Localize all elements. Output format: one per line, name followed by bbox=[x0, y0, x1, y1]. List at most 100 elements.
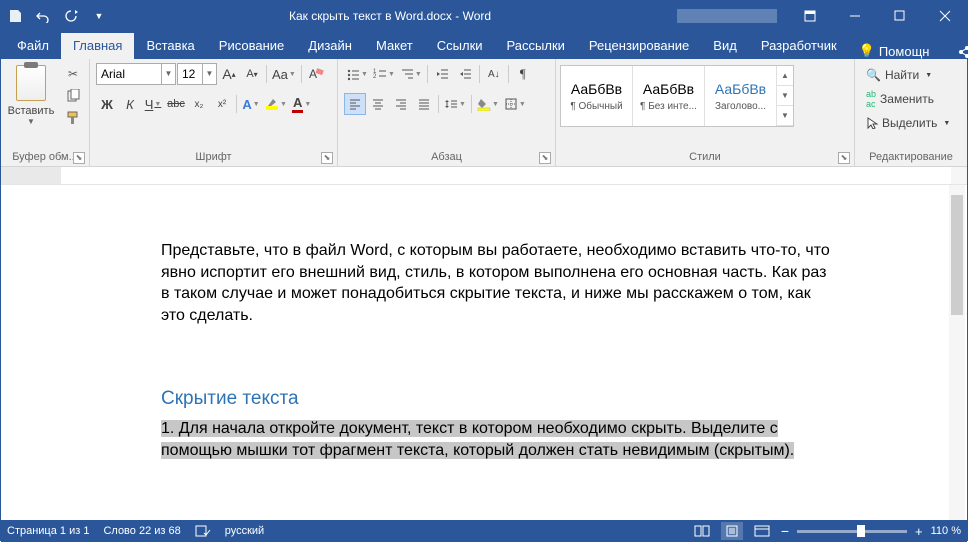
styles-launcher-icon[interactable]: ⬊ bbox=[838, 152, 850, 164]
replace-button[interactable]: abac Заменить bbox=[863, 89, 953, 109]
bold-button[interactable]: Ж bbox=[96, 93, 118, 115]
close-icon[interactable] bbox=[922, 1, 967, 31]
paste-button[interactable]: Вставить ▼ bbox=[3, 61, 59, 130]
redo-icon[interactable] bbox=[57, 1, 85, 31]
read-mode-icon[interactable] bbox=[691, 522, 713, 540]
numbering-icon[interactable]: 12▼ bbox=[371, 63, 397, 85]
select-button[interactable]: Выделить▼ bbox=[863, 113, 953, 133]
status-page[interactable]: Страница 1 из 1 bbox=[7, 525, 89, 537]
find-button[interactable]: 🔍 Найти▼ bbox=[863, 65, 953, 85]
status-word-count[interactable]: Слово 22 из 68 bbox=[103, 525, 180, 537]
shading-icon[interactable]: ▼ bbox=[475, 93, 501, 115]
clear-formatting-icon[interactable]: A bbox=[305, 63, 327, 85]
align-left-icon[interactable] bbox=[344, 93, 366, 115]
zoom-out-icon[interactable]: − bbox=[781, 523, 789, 539]
align-center-icon[interactable] bbox=[367, 93, 389, 115]
strikethrough-button[interactable]: abc bbox=[165, 93, 187, 115]
style-sample-text: АаБбВв bbox=[571, 81, 622, 97]
undo-icon[interactable] bbox=[29, 1, 57, 31]
chevron-down-icon[interactable]: ▼ bbox=[202, 64, 216, 84]
horizontal-ruler[interactable] bbox=[1, 167, 967, 185]
italic-button[interactable]: К bbox=[119, 93, 141, 115]
group-paragraph: ▼ 12▼ ▼ A↓ ¶ ▼ ▼ ▼ bbox=[338, 59, 556, 166]
group-clipboard-label: Буфер обм... ⬊ bbox=[3, 149, 87, 166]
spellcheck-icon[interactable] bbox=[195, 524, 211, 538]
minimize-icon[interactable] bbox=[832, 1, 877, 31]
subscript-button[interactable]: x₂ bbox=[188, 93, 210, 115]
font-name-input[interactable] bbox=[97, 67, 161, 81]
copy-icon[interactable] bbox=[63, 86, 83, 106]
document-paragraph-selected[interactable]: 1. Для начала откройте документ, текст в… bbox=[161, 418, 837, 461]
zoom-level[interactable]: 110 % bbox=[931, 525, 961, 537]
chevron-down-icon[interactable]: ▼ bbox=[161, 64, 175, 84]
text-effects-icon[interactable]: A▼ bbox=[240, 93, 262, 115]
superscript-button[interactable]: x² bbox=[211, 93, 233, 115]
tab-developer[interactable]: Разработчик bbox=[749, 33, 849, 59]
styles-expand-icon[interactable]: ▼ bbox=[777, 106, 793, 126]
grow-font-icon[interactable]: A▴ bbox=[218, 63, 240, 85]
font-color-icon[interactable]: A▼ bbox=[290, 93, 313, 115]
show-marks-icon[interactable]: ¶ bbox=[512, 63, 534, 85]
format-painter-icon[interactable] bbox=[63, 108, 83, 128]
change-case-icon[interactable]: Aa▼ bbox=[270, 63, 298, 85]
ribbon-display-icon[interactable] bbox=[787, 1, 832, 31]
tab-insert[interactable]: Вставка bbox=[134, 33, 206, 59]
document-paragraph[interactable]: Представьте, что в файл Word, с которым … bbox=[161, 240, 837, 326]
zoom-slider-knob[interactable] bbox=[857, 525, 865, 537]
zoom-slider[interactable] bbox=[797, 530, 907, 533]
print-layout-icon[interactable] bbox=[721, 522, 743, 540]
tab-review[interactable]: Рецензирование bbox=[577, 33, 701, 59]
style-no-spacing[interactable]: АаБбВв ¶ Без инте... bbox=[633, 66, 705, 126]
font-name-combo[interactable]: ▼ bbox=[96, 63, 176, 85]
line-spacing-icon[interactable]: ▼ bbox=[442, 93, 468, 115]
clipboard-launcher-icon[interactable]: ⬊ bbox=[73, 152, 85, 164]
tell-me-search[interactable]: 💡 Помощн bbox=[849, 43, 940, 59]
cut-icon[interactable]: ✂ bbox=[63, 64, 83, 84]
highlight-icon[interactable]: ▼ bbox=[263, 93, 289, 115]
bullets-icon[interactable]: ▼ bbox=[344, 63, 370, 85]
tab-mailings[interactable]: Рассылки bbox=[495, 33, 577, 59]
title-bar: ▼ Как скрыть текст в Word.docx - Word bbox=[1, 1, 967, 31]
document-heading[interactable]: Скрытие текста bbox=[161, 386, 837, 412]
group-editing-label: Редактирование bbox=[857, 149, 965, 166]
styles-scroll-down-icon[interactable]: ▼ bbox=[777, 86, 793, 106]
font-size-combo[interactable]: ▼ bbox=[177, 63, 217, 85]
paragraph-launcher-icon[interactable]: ⬊ bbox=[539, 152, 551, 164]
tab-home[interactable]: Главная bbox=[61, 33, 134, 59]
tab-layout[interactable]: Макет bbox=[364, 33, 425, 59]
tab-draw[interactable]: Рисование bbox=[207, 33, 296, 59]
borders-icon[interactable]: ▼ bbox=[502, 93, 528, 115]
increase-indent-icon[interactable] bbox=[454, 63, 476, 85]
style-heading1[interactable]: АаБбВв Заголово... bbox=[705, 66, 777, 126]
user-account[interactable] bbox=[677, 9, 777, 23]
sort-icon[interactable]: A↓ bbox=[483, 63, 505, 85]
tab-references[interactable]: Ссылки bbox=[425, 33, 495, 59]
zoom-in-icon[interactable]: + bbox=[915, 524, 923, 539]
font-launcher-icon[interactable]: ⬊ bbox=[321, 152, 333, 164]
web-layout-icon[interactable] bbox=[751, 522, 773, 540]
scrollbar-thumb[interactable] bbox=[951, 195, 963, 315]
multilevel-list-icon[interactable]: ▼ bbox=[398, 63, 424, 85]
tab-view[interactable]: Вид bbox=[701, 33, 749, 59]
styles-scroll-up-icon[interactable]: ▲ bbox=[777, 66, 793, 86]
save-icon[interactable] bbox=[1, 1, 29, 31]
style-normal[interactable]: АаБбВв ¶ Обычный bbox=[561, 66, 633, 126]
replace-icon: abac bbox=[866, 89, 876, 109]
maximize-icon[interactable] bbox=[877, 1, 922, 31]
underline-button[interactable]: Ч▼ bbox=[142, 93, 164, 115]
font-size-input[interactable] bbox=[178, 67, 202, 81]
align-right-icon[interactable] bbox=[390, 93, 412, 115]
share-icon bbox=[957, 45, 968, 59]
tab-file[interactable]: Файл bbox=[5, 33, 61, 59]
style-name-label: Заголово... bbox=[705, 101, 776, 112]
shrink-font-icon[interactable]: A▾ bbox=[241, 63, 263, 85]
vertical-scrollbar[interactable] bbox=[949, 185, 965, 520]
tab-design[interactable]: Дизайн bbox=[296, 33, 364, 59]
decrease-indent-icon[interactable] bbox=[431, 63, 453, 85]
document-page[interactable]: Представьте, что в файл Word, с которым … bbox=[61, 185, 937, 520]
qat-customize-icon[interactable]: ▼ bbox=[85, 1, 113, 31]
lightbulb-icon: 💡 bbox=[859, 43, 875, 59]
status-language[interactable]: русский bbox=[225, 525, 264, 537]
justify-icon[interactable] bbox=[413, 93, 435, 115]
share-button[interactable] bbox=[945, 45, 968, 59]
